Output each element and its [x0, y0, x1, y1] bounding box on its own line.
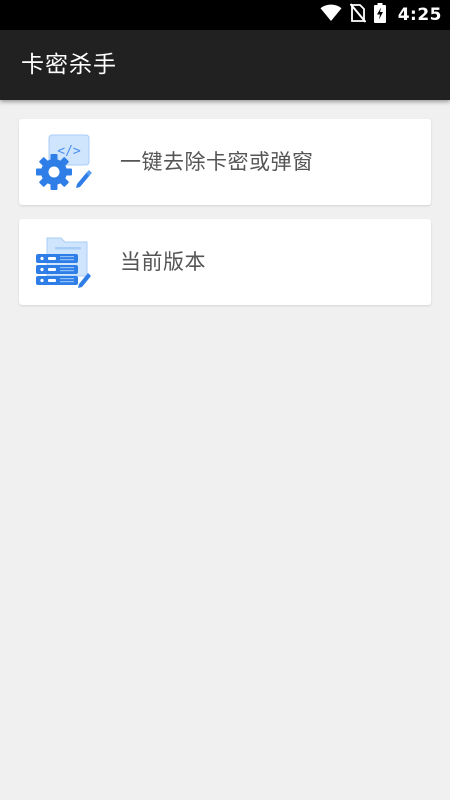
app-bar: 卡密杀手: [0, 30, 450, 100]
menu-item-remove-popup[interactable]: </> 一键去除卡密或弹窗: [19, 119, 431, 205]
menu-item-label: 一键去除卡密或弹窗: [120, 150, 314, 174]
status-icons: 4:25: [320, 0, 442, 30]
status-bar: 4:25: [0, 0, 450, 30]
status-time: 4:25: [397, 5, 442, 25]
menu-item-current-version[interactable]: 当前版本: [19, 219, 431, 305]
app-title: 卡密杀手: [21, 52, 117, 78]
menu-item-label: 当前版本: [120, 250, 206, 274]
svg-text:</>: </>: [57, 144, 81, 159]
wifi-icon: [320, 4, 342, 26]
settings-gear-code-icon: </>: [33, 132, 93, 192]
no-sim-icon: [349, 3, 366, 27]
battery-charging-icon: [373, 3, 386, 27]
server-folder-icon: [33, 232, 93, 292]
